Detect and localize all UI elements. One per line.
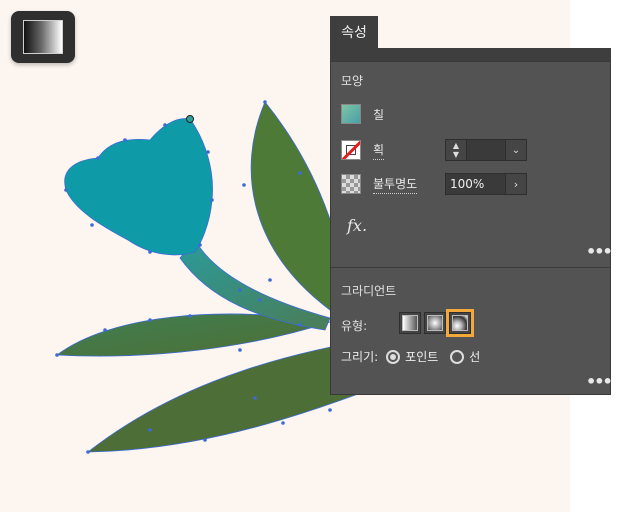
anchor-point	[186, 115, 194, 123]
draw-label: 그리기:	[341, 350, 379, 364]
gradient-tool-icon	[23, 20, 63, 54]
freeform-gradient-button[interactable]	[446, 309, 474, 337]
opacity-icon	[341, 174, 361, 194]
linear-gradient-button[interactable]	[399, 312, 421, 334]
fill-label: 칠	[373, 107, 385, 122]
effects-fx-icon[interactable]: fx.	[347, 216, 367, 235]
draw-option-lines[interactable]: 선	[469, 348, 480, 365]
fill-row[interactable]: 칠	[341, 104, 384, 124]
opacity-field[interactable]: 100% ›	[445, 173, 527, 195]
gradient-tool-button[interactable]	[11, 11, 75, 63]
properties-panel: 모양 칠 획 ▲ ▼ ⌄ 불투명도 100% › fx. ••• 그라디언트 유형…	[330, 61, 613, 395]
radio-points[interactable]	[386, 349, 401, 364]
draw-option-points[interactable]: 포인트	[405, 348, 438, 365]
gradient-more-options-icon[interactable]: •••	[586, 372, 613, 391]
opacity-label[interactable]: 불투명도	[373, 175, 418, 194]
gradient-type-group	[399, 309, 474, 337]
properties-tab[interactable]: 속성	[330, 16, 378, 48]
gradient-title: 그라디언트	[341, 284, 397, 298]
radial-gradient-icon	[427, 315, 443, 331]
appearance-title: 모양	[341, 74, 364, 88]
freeform-gradient-icon	[452, 315, 468, 331]
stepper-arrows-icon[interactable]: ▲ ▼	[446, 140, 467, 160]
chevron-down-icon[interactable]: ⌄	[505, 140, 526, 160]
stroke-label[interactable]: 획	[373, 141, 385, 160]
draw-mode-row: 그리기: 포인트 선	[341, 348, 492, 365]
stroke-none-icon[interactable]	[341, 140, 361, 160]
opacity-input[interactable]: 100%	[446, 174, 505, 194]
fill-swatch-icon[interactable]	[341, 104, 361, 124]
flower-head	[64, 118, 213, 256]
opacity-row[interactable]: 불투명도	[341, 174, 418, 194]
panel-header-bar	[330, 48, 611, 61]
section-divider	[331, 267, 610, 268]
stroke-row[interactable]: 획	[341, 140, 385, 160]
radio-lines[interactable]	[450, 349, 465, 364]
stroke-weight-stepper[interactable]: ▲ ▼ ⌄	[445, 139, 527, 161]
properties-tab-label: 속성	[341, 25, 367, 41]
more-options-icon[interactable]: •••	[586, 242, 613, 261]
chevron-right-icon[interactable]: ›	[505, 174, 526, 194]
linear-gradient-icon	[402, 315, 418, 331]
stroke-weight-input[interactable]	[467, 140, 505, 160]
gradient-type-label: 유형:	[341, 319, 368, 333]
radial-gradient-button[interactable]	[424, 312, 446, 334]
